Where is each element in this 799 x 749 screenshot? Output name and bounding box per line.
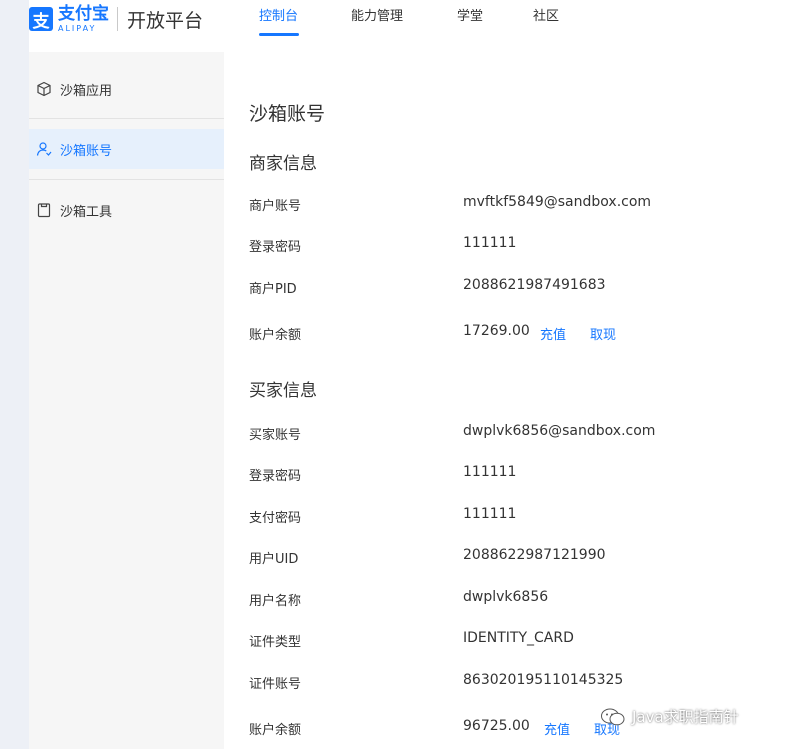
buyer-balance-value: 96725.00 [463,718,530,734]
top-header: 支 支付宝 ALIPAY 开放平台 控制台 能力管理 学堂 社区 [29,0,799,52]
platform-title: 开放平台 [127,9,204,32]
merchant-balance-label: 账户余额 [249,328,302,343]
buyer-id-number-value: 863020195110145325 [463,672,624,688]
merchant-section-title: 商家信息 [249,154,317,174]
buyer-id-type-value: IDENTITY_CARD [463,630,574,646]
buyer-recharge-link[interactable]: 充值 [544,719,570,738]
merchant-account-label: 商户账号 [249,199,302,214]
buyer-id-type-label: 证件类型 [249,635,302,650]
buyer-uid-value: 2088622987121990 [463,547,606,563]
buyer-login-password-value: 111111 [463,464,517,480]
nav-console[interactable]: 控制台 [259,0,299,36]
buyer-pay-password-value: 111111 [463,506,517,522]
merchant-password-value: 111111 [463,235,517,251]
clipboard-icon [37,203,51,218]
wechat-icon [601,708,625,725]
sidebar-item-sandbox-account[interactable]: 沙箱账号 [29,129,224,169]
page-title: 沙箱账号 [249,103,326,125]
logo-name-cn: 支付宝 [58,4,109,24]
sidebar-item-sandbox-app[interactable]: 沙箱应用 [29,69,224,109]
watermark: Java求职指南针 [600,706,739,727]
merchant-password-label: 登录密码 [249,240,302,255]
buyer-uid-label: 用户UID [249,552,299,567]
buyer-login-password-label: 登录密码 [249,469,302,484]
sidebar-item-label: 沙箱工具 [60,204,113,220]
user-icon [36,142,52,156]
logo-text: 支付宝 ALIPAY [58,4,109,34]
buyer-section-title: 买家信息 [249,381,317,401]
sidebar: 沙箱应用 沙箱账号 沙箱工具 [29,52,224,749]
sidebar-item-label: 沙箱账号 [60,143,113,159]
left-edge-strip [0,0,29,749]
nav-capability-management[interactable]: 能力管理 [351,0,411,36]
logo-name-en: ALIPAY [58,24,97,33]
main-content: 沙箱账号 商家信息 商户账号 mvftkf5849@sandbox.com 登录… [224,52,799,749]
alipay-logo-icon: 支 [29,7,53,32]
watermark-text: Java求职指南针 [632,708,739,726]
buyer-account-label: 买家账号 [249,428,302,443]
alipay-logo[interactable]: 支 支付宝 ALIPAY 开放平台 [29,4,203,34]
buyer-id-number-label: 证件账号 [249,677,302,692]
merchant-account-value: mvftkf5849@sandbox.com [463,194,652,210]
buyer-name-value: dwplvk6856 [463,589,549,605]
nav-community[interactable]: 社区 [533,0,563,36]
buyer-account-value: dwplvk6856@sandbox.com [463,423,656,439]
sidebar-item-label: 沙箱应用 [60,83,113,99]
merchant-recharge-link[interactable]: 充值 [540,324,566,343]
nav-academy[interactable]: 学堂 [457,0,487,36]
buyer-balance-label: 账户余额 [249,723,302,738]
sidebar-item-sandbox-tools[interactable]: 沙箱工具 [29,190,224,230]
buyer-pay-password-label: 支付密码 [249,511,302,526]
cube-icon [37,81,51,97]
sidebar-divider [29,118,224,119]
buyer-name-label: 用户名称 [249,594,302,609]
logo-divider [117,7,118,31]
merchant-pid-label: 商户PID [249,282,297,297]
merchant-balance-value: 17269.00 [463,323,530,339]
merchant-pid-value: 2088621987491683 [463,277,606,293]
merchant-withdraw-link[interactable]: 取现 [590,324,616,343]
sidebar-divider [29,179,224,180]
